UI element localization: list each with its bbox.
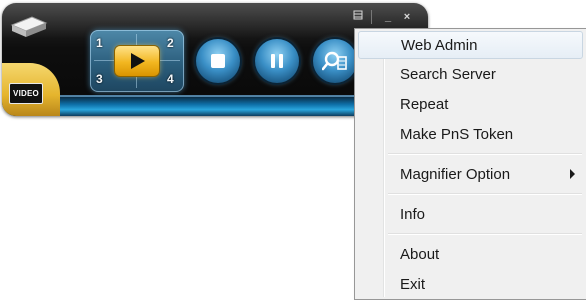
play-icon [131,53,145,69]
pause-icon [271,54,283,68]
menu-item-exit[interactable]: Exit [358,270,583,298]
stop-icon [211,54,225,68]
window-control-divider [371,10,372,24]
menu-item-info[interactable]: Info [358,200,583,228]
menu-item-repeat[interactable]: Repeat [358,90,583,118]
menu-item-make-pns-token[interactable]: Make PnS Token [358,120,583,148]
channel-3-label[interactable]: 3 [96,72,103,86]
pause-button[interactable] [255,39,299,83]
play-button[interactable] [115,46,159,76]
menu-separator [388,233,582,235]
menu-separator [388,153,582,155]
magnifier-snapshot-icon [322,51,347,71]
menu-item-magnifier-option[interactable]: Magnifier Option [358,160,583,188]
menu-item-label: About [400,245,440,263]
menu-item-about[interactable]: About [358,240,583,268]
minimize-button[interactable]: _ [382,10,394,24]
window-menu-icon[interactable] [352,10,364,24]
menu-item-label: Exit [400,275,426,293]
stop-button[interactable] [196,39,240,83]
chevron-right-icon [570,169,575,179]
menu-separator [388,193,582,195]
camera-logo-icon [10,16,48,37]
menu-item-label: Info [400,205,426,223]
menu-item-label: Make PnS Token [400,125,514,143]
close-button[interactable]: × [400,10,414,24]
menu-item-web-admin[interactable]: Web Admin [358,31,583,59]
channel-2-label[interactable]: 2 [167,36,174,50]
context-menu: Web Admin Search Server Repeat Make PnS … [354,28,586,300]
channel-grid-panel[interactable]: 1 2 3 4 [90,30,184,92]
menu-item-label: Web Admin [401,36,478,54]
snapshot-button[interactable] [313,39,357,83]
channel-4-label[interactable]: 4 [167,72,174,86]
menu-item-label: Search Server [400,65,496,83]
video-icon: VIDEO [9,83,43,104]
menu-item-label: Repeat [400,95,449,113]
channel-1-label[interactable]: 1 [96,36,103,50]
menu-item-search-server[interactable]: Search Server [358,60,583,88]
video-badge-label: VIDEO [13,89,39,98]
menu-item-label: Magnifier Option [400,165,511,183]
